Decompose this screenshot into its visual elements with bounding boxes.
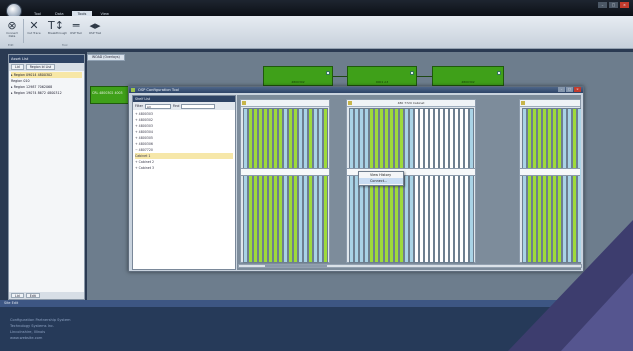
section-divider	[241, 168, 329, 176]
find-input[interactable]	[181, 103, 216, 109]
node-port-icon	[497, 71, 501, 75]
panel-bottom-tabs: Lid Edit	[9, 292, 84, 299]
section-header	[520, 100, 580, 107]
diagram-node[interactable]: 0001 A3	[347, 66, 417, 86]
node-port-icon	[410, 71, 414, 75]
app-icon	[131, 88, 135, 92]
window-controls: – □ ×	[598, 2, 629, 8]
section-marker-icon	[242, 101, 246, 105]
node-port-icon	[326, 71, 330, 75]
bottom-tab-lid[interactable]: Lid	[11, 293, 24, 298]
dialog-close-button[interactable]: ×	[574, 87, 581, 92]
osp-trail-button[interactable]: ◂▸ OSP Trail	[87, 19, 103, 35]
minimize-button[interactable]: –	[598, 2, 607, 8]
section-header	[241, 100, 329, 107]
cut-trace-label: Cut Trace	[27, 31, 41, 35]
diagram-node-partial[interactable]	[90, 86, 130, 104]
info-line: www.website.com	[10, 336, 43, 340]
ribbon: ⊗ Connect Data ✕ Cut Trace T↕ Breakthrou…	[0, 16, 633, 49]
ribbon-group-tool: Tool	[62, 43, 68, 47]
filter-label: Filter	[135, 104, 143, 108]
maximize-button[interactable]: □	[609, 2, 618, 8]
tab-region-id-list[interactable]: Region Id List	[25, 64, 56, 70]
connect-data-button[interactable]: ⊗ Connect Data	[4, 19, 20, 39]
scrollbar-thumb[interactable]	[265, 265, 327, 267]
port-column[interactable]	[469, 108, 474, 263]
diagram-node[interactable]: 4800302	[263, 66, 333, 86]
bottom-tab-edit[interactable]: Edit	[25, 293, 40, 298]
info-line: Technology Systems Inc.	[10, 324, 55, 328]
dialog-title: OSP Configuration Tool	[138, 88, 179, 92]
breakthrough-label: Breakthrough	[48, 31, 68, 35]
dialog-title-bar[interactable]: OSP Configuration Tool – □ ×	[129, 87, 583, 93]
decorative-corner-shape	[561, 273, 633, 351]
tree-item[interactable]: + Cabinet 3	[135, 165, 233, 171]
close-button[interactable]: ×	[620, 2, 629, 8]
node-label: 4800302	[291, 80, 305, 84]
shelf-tree-panel: Shelf List Filter All Find + 4800303 + 4…	[132, 95, 236, 270]
cabinet-section[interactable]	[240, 99, 330, 263]
osp-tool-button[interactable]: ═ OSP Tool	[68, 19, 84, 35]
cut-trace-button[interactable]: ✕ Cut Trace	[26, 19, 42, 35]
info-line: Lincolnshire, Illinois	[10, 330, 46, 334]
find-label: Find	[172, 104, 180, 108]
diagram-node[interactable]: 4800302	[432, 66, 504, 86]
section-divider	[520, 168, 580, 176]
filter-select[interactable]: All	[144, 103, 171, 109]
info-line: Configuration Partnership System	[10, 318, 71, 322]
breakthrough-button[interactable]: T↕ Breakthrough	[48, 19, 68, 35]
osp-trail-label: OSP Trail	[88, 31, 102, 35]
filter-bar: Filter All Find	[133, 102, 235, 110]
ribbon-separator	[23, 19, 24, 43]
osp-tool-label: OSP Tool	[70, 31, 82, 35]
node-side-label: CRL 4800302 4003	[92, 91, 123, 95]
asset-list-panel: Asset List Lid Region Id List ▸ Region 0…	[8, 54, 85, 300]
title-bar: Tool Data Tools View – □ ×	[0, 0, 633, 19]
dialog-maximize-button[interactable]: □	[566, 87, 573, 92]
shelf-tree: + 4800303 + 4800302 + 4800303 + 4800304 …	[133, 110, 235, 172]
region-list: ▸ Region 09014 4800302 Region 010 ▸ Regi…	[9, 71, 84, 97]
section-header: 480 7720 Cabinet	[347, 100, 475, 107]
tab-lid[interactable]: Lid	[11, 64, 24, 70]
node-label: 4800302	[461, 80, 475, 84]
menu-item-connect[interactable]: Connect...	[359, 178, 403, 184]
dialog-window-controls: – □ ×	[558, 87, 581, 92]
list-item[interactable]: ▸ Region 19074 8672 4800312	[11, 90, 82, 96]
connect-data-label: Connect Data	[6, 31, 18, 39]
port-column[interactable]	[323, 108, 328, 263]
document-tab[interactable]: WOAD (Overlays)	[87, 54, 125, 61]
node-label: 0001 A3	[375, 80, 389, 84]
panel-tabs: Lid Region Id List	[9, 63, 84, 71]
dialog-minimize-button[interactable]: –	[558, 87, 565, 92]
section-marker-icon	[521, 101, 525, 105]
context-menu: View History Connect...	[358, 171, 404, 186]
ribbon-group-edit: Edit	[8, 43, 14, 47]
section-label: 480 7720 Cabinet	[397, 101, 425, 105]
panel-title: Asset List	[9, 55, 84, 63]
